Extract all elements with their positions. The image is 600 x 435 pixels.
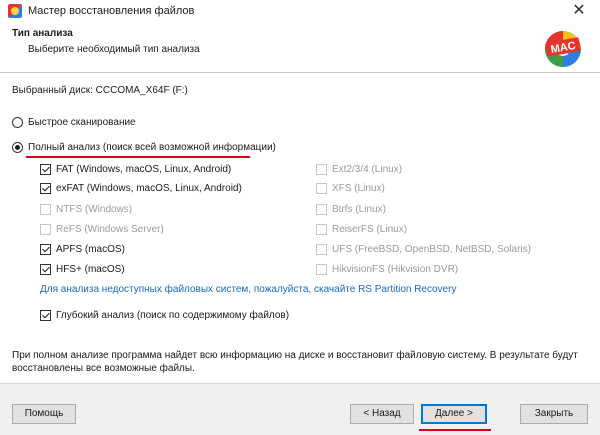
fs-checkbox-fat[interactable] bbox=[40, 164, 51, 175]
full-scan-radio[interactable] bbox=[12, 142, 23, 153]
next-button[interactable]: Далее > bbox=[421, 404, 487, 424]
fs-label-ext: Ext2/3/4 (Linux) bbox=[332, 164, 403, 175]
fs-option-exfat[interactable]: exFAT (Windows, macOS, Linux, Android) bbox=[40, 183, 242, 194]
fs-option-btrfs: Btrfs (Linux) bbox=[316, 204, 386, 215]
info-text-line-1: При полном анализе программа найдет всю … bbox=[12, 350, 578, 361]
fs-checkbox-ntfs bbox=[40, 204, 51, 215]
quick-scan-option[interactable]: Быстрое сканирование bbox=[12, 117, 136, 128]
deep-analysis-option[interactable]: Глубокий анализ (поиск по содержимому фа… bbox=[40, 310, 289, 321]
fs-option-ext: Ext2/3/4 (Linux) bbox=[316, 164, 402, 175]
back-button[interactable]: < Назад bbox=[350, 404, 414, 424]
fs-checkbox-reiserfs bbox=[316, 224, 327, 235]
partition-recovery-link[interactable]: Для анализа недоступных файловых систем,… bbox=[40, 284, 456, 295]
app-icon bbox=[8, 4, 22, 18]
fs-option-hfsplus[interactable]: HFS+ (macOS) bbox=[40, 264, 125, 275]
help-button[interactable]: Помощь bbox=[12, 404, 76, 424]
fs-checkbox-ext bbox=[316, 164, 327, 175]
fs-option-ntfs: NTFS (Windows) bbox=[40, 204, 132, 215]
fs-label-hikvisionfs: HikvisionFS (Hikvision DVR) bbox=[332, 264, 459, 275]
fs-checkbox-apfs[interactable] bbox=[40, 244, 51, 255]
fs-checkbox-btrfs bbox=[316, 204, 327, 215]
full-scan-highlight-underline bbox=[26, 156, 250, 158]
fs-label-apfs: APFS (macOS) bbox=[56, 244, 125, 255]
page-subtitle: Выберите необходимый тип анализа bbox=[28, 44, 200, 55]
wizard-footer: Помощь < Назад Далее > Закрыть bbox=[0, 383, 600, 435]
fs-checkbox-ufs bbox=[316, 244, 327, 255]
next-highlight-underline bbox=[419, 429, 491, 431]
quick-scan-label: Быстрое сканирование bbox=[28, 117, 136, 128]
selected-disk-label: Выбранный диск: CCCOMA_X64F (F:) bbox=[12, 85, 188, 96]
wizard-header: Тип анализа Выберите необходимый тип ана… bbox=[0, 22, 600, 72]
fs-option-refs: ReFS (Windows Server) bbox=[40, 224, 164, 235]
fs-option-ufs: UFS (FreeBSD, OpenBSD, NetBSD, Solaris) bbox=[316, 244, 531, 255]
fs-label-btrfs: Btrfs (Linux) bbox=[332, 204, 386, 215]
fs-label-reiserfs: ReiserFS (Linux) bbox=[332, 224, 408, 235]
fs-label-refs: ReFS (Windows Server) bbox=[56, 224, 164, 235]
fs-option-xfs: XFS (Linux) bbox=[316, 183, 385, 194]
fs-label-ntfs: NTFS (Windows) bbox=[56, 204, 133, 215]
fs-label-ufs: UFS (FreeBSD, OpenBSD, NetBSD, Solaris) bbox=[332, 244, 531, 255]
wizard-content: Выбранный диск: CCCOMA_X64F (F:) Быстрое… bbox=[0, 73, 600, 383]
fs-label-fat: FAT (Windows, macOS, Linux, Android) bbox=[56, 164, 232, 175]
page-title: Тип анализа bbox=[12, 28, 73, 39]
fs-option-hikvisionfs: HikvisionFS (Hikvision DVR) bbox=[316, 264, 458, 275]
fs-label-exfat: exFAT (Windows, macOS, Linux, Android) bbox=[56, 183, 242, 194]
fs-checkbox-hfsplus[interactable] bbox=[40, 264, 51, 275]
close-window-icon[interactable]: ✕ bbox=[570, 2, 588, 20]
quick-scan-radio[interactable] bbox=[12, 117, 23, 128]
fs-option-fat[interactable]: FAT (Windows, macOS, Linux, Android) bbox=[40, 164, 231, 175]
close-button[interactable]: Закрыть bbox=[520, 404, 588, 424]
fs-label-xfs: XFS (Linux) bbox=[332, 183, 385, 194]
info-text-line-2: восстановлены все возможные файлы. bbox=[12, 363, 195, 374]
fs-checkbox-exfat[interactable] bbox=[40, 183, 51, 194]
full-scan-option[interactable]: Полный анализ (поиск всей возможной инфо… bbox=[12, 142, 276, 153]
fs-option-reiserfs: ReiserFS (Linux) bbox=[316, 224, 407, 235]
mac-logo-icon: MAC bbox=[545, 31, 581, 67]
title-bar: Мастер восстановления файлов ✕ bbox=[0, 0, 600, 22]
deep-analysis-label: Глубокий анализ (поиск по содержимому фа… bbox=[56, 310, 290, 321]
fs-checkbox-hikvisionfs bbox=[316, 264, 327, 275]
window-title: Мастер восстановления файлов bbox=[28, 5, 195, 17]
deep-analysis-checkbox[interactable] bbox=[40, 310, 51, 321]
full-scan-label: Полный анализ (поиск всей возможной инфо… bbox=[28, 142, 276, 153]
fs-label-hfsplus: HFS+ (macOS) bbox=[56, 264, 125, 275]
fs-checkbox-xfs bbox=[316, 183, 327, 194]
fs-checkbox-refs bbox=[40, 224, 51, 235]
fs-option-apfs[interactable]: APFS (macOS) bbox=[40, 244, 125, 255]
